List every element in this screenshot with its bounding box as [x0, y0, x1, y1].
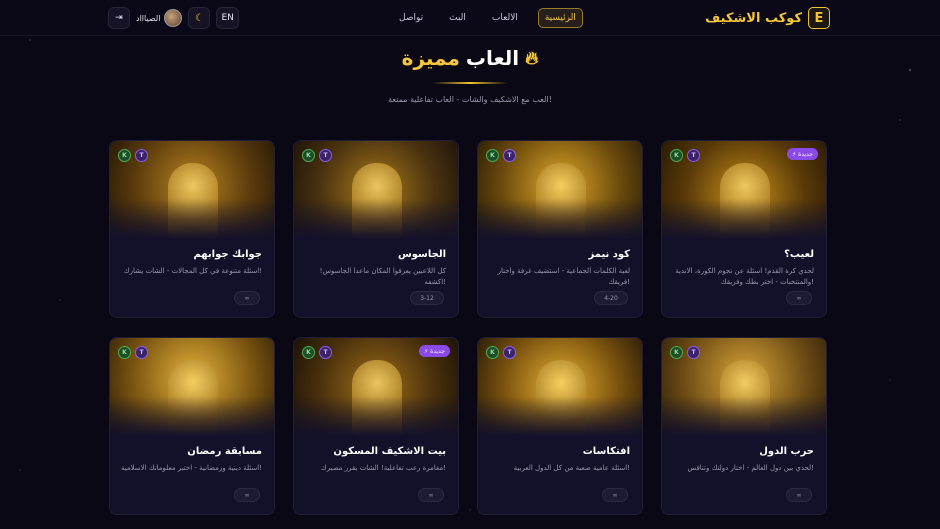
game-title: بيت الاشكيف المسكون [333, 446, 446, 457]
twitch-icon: T [503, 346, 516, 359]
game-description: اسئلة عامية صعبة من كل الدول العربية! [513, 464, 630, 472]
section-title: مميزة العاب 🔥︎ [0, 46, 940, 70]
kick-icon: K [670, 346, 683, 359]
language-button[interactable]: EN [216, 7, 239, 29]
game-card-jawabak[interactable]: K T جوابك جوابهم اسئلة متنوعة في كل المج… [109, 140, 275, 318]
game-title: افتكاسات [582, 446, 630, 457]
players-count: ∞ [786, 488, 812, 502]
kick-icon: K [302, 149, 315, 162]
avatar [164, 9, 183, 27]
new-badge: ⚡ جديدة [786, 148, 818, 160]
game-description: لحدي كرة القدم! اسئلة عن نجوم الكورة، ال… [675, 267, 814, 286]
logout-button[interactable]: ⇥ [108, 7, 130, 29]
header-utilities: ⇥ الصياااد ☾ EN [108, 7, 239, 29]
game-description: اسئلة متنوعة في كل المجالات - الشات يشار… [123, 267, 262, 275]
nav-contact[interactable]: تواصل [393, 9, 429, 27]
user-menu[interactable]: الصياااد [136, 9, 183, 27]
game-title: حرب الدول [759, 446, 814, 457]
bolt-icon: ⚡ [423, 347, 429, 355]
kick-icon: K [486, 346, 499, 359]
kick-icon: K [670, 149, 683, 162]
game-description: لحدي بين دول العالم - اختار دولتك وتنافس… [687, 464, 814, 472]
top-navbar: E كوكب الاشكيف الرئيسية الالعاب البث توا… [0, 0, 940, 36]
twitch-icon: T [135, 346, 148, 359]
players-count: ∞ [418, 488, 444, 502]
twitch-icon: T [135, 149, 148, 162]
game-description: كل اللاعبين يعرفوا المكان ماعدا الجاسوس!… [319, 267, 446, 286]
players-count: ∞ [234, 291, 260, 305]
game-card-spy[interactable]: K T الجاسوس كل اللاعبين يعرفوا المكان ما… [293, 140, 459, 318]
kick-icon: K [118, 346, 131, 359]
game-card-war-of-nations[interactable]: K T حرب الدول لحدي بين دول العالم - اختا… [661, 337, 827, 515]
section-title-main: العاب [465, 46, 520, 70]
main-nav: الرئيسية الالعاب البث تواصل [393, 6, 583, 30]
section-subtitle: العب مع الاشكيف والشات - العاب تفاعلية م… [388, 95, 552, 104]
brand[interactable]: E كوكب الاشكيف [705, 6, 830, 30]
logout-icon: ⇥ [115, 13, 123, 23]
twitch-icon: T [687, 346, 700, 359]
brand-logo-icon: E [808, 7, 830, 29]
nav-home[interactable]: الرئيسية [537, 8, 583, 28]
game-title: كود نيمز [588, 249, 630, 260]
twitch-icon: T [319, 346, 332, 359]
game-card-codenames[interactable]: K T كود نيمز لعبة الكلمات الجماعية - است… [477, 140, 643, 318]
nav-games[interactable]: الالعاب [486, 9, 524, 27]
game-card-eftekasat[interactable]: K T افتكاسات اسئلة عامية صعبة من كل الدو… [477, 337, 643, 515]
kick-icon: K [486, 149, 499, 162]
players-count: ∞ [786, 291, 812, 305]
moon-icon: ☾ [194, 12, 204, 24]
title-divider [432, 82, 508, 84]
theme-toggle-button[interactable]: ☾ [188, 7, 211, 29]
section-title-highlight: مميزة [401, 46, 460, 70]
players-count: 3-12 [410, 291, 444, 305]
twitch-icon: T [687, 149, 700, 162]
bolt-icon: ⚡ [791, 150, 797, 158]
game-title: الجاسوس [397, 249, 446, 260]
kick-icon: K [118, 149, 131, 162]
game-description: اسئلة دينية ورمضانية - اختبر معلوماتك ال… [121, 464, 262, 472]
players-count: ∞ [602, 488, 628, 502]
brand-name: كوكب الاشكيف [705, 10, 802, 26]
nav-stream[interactable]: البث [443, 9, 472, 27]
game-description: مغامرة رعب تفاعلية! الشات يقرر مصيرك! [320, 464, 446, 472]
new-badge: ⚡ جديدة [418, 345, 450, 357]
game-card-laeeb[interactable]: K T ⚡ جديدة لعيب؟ لحدي كرة القدم! اسئلة ع… [661, 140, 827, 318]
game-title: جوابك جوابهم [193, 249, 262, 260]
game-title: لعيب؟ [784, 249, 814, 260]
game-title: مسابقة رمضان [187, 446, 262, 457]
user-name: الصياااد [136, 13, 161, 23]
kick-icon: K [302, 346, 315, 359]
twitch-icon: T [503, 149, 516, 162]
players-count: 4-20 [594, 291, 628, 305]
flame-icon: 🔥︎ [525, 47, 539, 69]
twitch-icon: T [319, 149, 332, 162]
game-card-ramadan-quiz[interactable]: K T مسابقة رمضان اسئلة دينية ورمضانية - … [109, 337, 275, 515]
players-count: ∞ [234, 488, 260, 502]
game-description: لعبة الكلمات الجماعية - استضيف غرفة واخت… [497, 267, 630, 286]
game-card-haunted-house[interactable]: K T ⚡ جديدة بيت الاشكيف المسكون مغامرة رع… [293, 337, 459, 515]
